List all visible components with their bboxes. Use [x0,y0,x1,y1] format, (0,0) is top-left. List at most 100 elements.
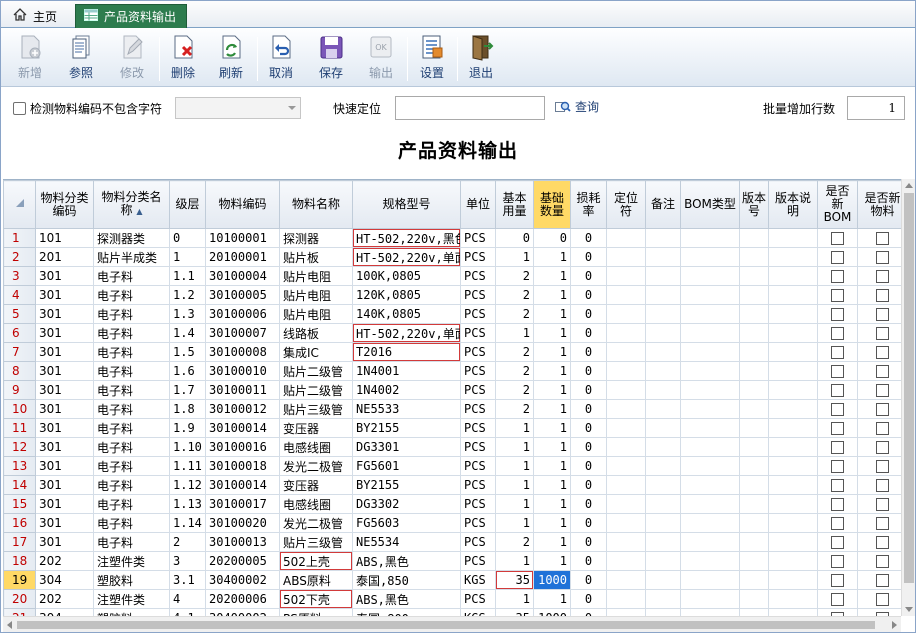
cell-empty[interactable] [680,532,740,552]
table-row[interactable]: 11 301 电子料 1.9 30100014 变压器 BY2155 PCS 1 1 0 [3,418,901,438]
table-row[interactable]: 3 301 电子料 1.1 30100004 贴片电阻 100K,0805 PCS 2 1 0 [3,266,901,286]
column-header[interactable]: 规格型号 [352,180,461,229]
cell-empty[interactable] [680,342,740,362]
cell-is-new-material[interactable] [857,551,901,571]
cell-base[interactable]: 1 [495,323,534,343]
table-row[interactable]: 6 301 电子料 1.4 30100007 线路板 HT-502,220v,单面 PCS 1 1… [3,323,901,343]
row-number[interactable]: 10 [3,399,36,419]
tab-home[interactable]: 主页 [5,4,69,28]
cell-catname[interactable]: 电子料 [93,494,170,514]
cell-empty[interactable] [606,285,646,305]
row-checkbox[interactable] [876,384,889,397]
cell-empty[interactable] [645,475,681,495]
cell-unit[interactable]: PCS [460,361,496,381]
cell-spec[interactable]: HT-502,220v,单面 [352,247,461,267]
cell-cat[interactable]: 304 [35,570,94,590]
cell-qty[interactable]: 1 [533,418,571,438]
cell-name[interactable]: 贴片板 [279,247,353,267]
row-checkbox[interactable] [831,517,844,530]
row-checkbox[interactable] [876,346,889,359]
cell-name[interactable]: 发光二极管 [279,513,353,533]
row-checkbox[interactable] [876,593,889,606]
table-row[interactable]: 17 301 电子料 2 30100013 贴片三级管 NE5534 PCS 2 1 0 [3,532,901,552]
cell-is-new-bom[interactable] [817,285,858,305]
cell-empty[interactable] [606,304,646,324]
cell-unit[interactable]: PCS [460,475,496,495]
cell-is-new-bom[interactable] [817,456,858,476]
cell-empty[interactable] [680,437,740,457]
cell-is-new-bom[interactable] [817,266,858,286]
row-number[interactable]: 6 [3,323,36,343]
cell-unit[interactable]: PCS [460,494,496,514]
column-header[interactable]: 是否新物料 [857,180,901,229]
cell-empty[interactable] [645,551,681,571]
row-checkbox[interactable] [876,403,889,416]
cell-unit[interactable]: PCS [460,437,496,457]
cell-catname[interactable]: 电子料 [93,475,170,495]
horizontal-scroll-thumb[interactable] [17,621,875,629]
row-checkbox[interactable] [831,441,844,454]
cell-cat[interactable]: 202 [35,551,94,571]
cell-loss[interactable]: 0 [570,380,607,400]
row-checkbox[interactable] [831,308,844,321]
cell-empty[interactable] [739,456,769,476]
cell-empty[interactable] [645,494,681,514]
row-checkbox[interactable] [876,251,889,264]
cell-loss[interactable]: 0 [570,228,607,248]
cell-cat[interactable]: 301 [35,380,94,400]
cell-unit[interactable]: PCS [460,456,496,476]
row-checkbox[interactable] [831,593,844,606]
cell-is-new-material[interactable] [857,494,901,514]
cell-unit[interactable]: PCS [460,285,496,305]
cell-empty[interactable] [606,247,646,267]
table-row[interactable]: 7 301 电子料 1.5 30100008 集成IC T2016 PCS 2 1 0 [3,342,901,362]
cell-unit[interactable]: PCS [460,342,496,362]
table-row[interactable]: 10 301 电子料 1.8 30100012 贴片三级管 NE5533 PCS 2 1 0 [3,399,901,419]
cell-catname[interactable]: 探测器类 [93,228,170,248]
cell-spec[interactable]: 100K,0805 [352,266,461,286]
row-checkbox[interactable] [876,365,889,378]
table-row[interactable]: 13 301 电子料 1.11 30100018 发光二极管 FG5601 PCS 1 1 0 [3,456,901,476]
cell-empty[interactable] [768,380,818,400]
cell-spec[interactable]: BY2155 [352,475,461,495]
refresh-button[interactable]: 刷新 [208,33,254,85]
cell-code[interactable]: 30100014 [205,475,280,495]
cell-empty[interactable] [768,399,818,419]
cell-catname[interactable]: 塑胶料 [93,570,170,590]
cell-spec[interactable]: ABS,黑色 [352,551,461,571]
cell-base[interactable]: 1 [495,247,534,267]
cell-spec[interactable]: 泰国,800 [352,608,461,616]
cell-catname[interactable]: 电子料 [93,285,170,305]
row-checkbox[interactable] [876,270,889,283]
horizontal-scrollbar[interactable] [3,616,901,632]
cell-empty[interactable] [768,285,818,305]
cell-is-new-bom[interactable] [817,247,858,267]
cell-loss[interactable]: 0 [570,494,607,514]
cell-qty[interactable]: 1 [533,532,571,552]
cell-empty[interactable] [768,608,818,616]
row-number[interactable]: 14 [3,475,36,495]
cell-catname[interactable]: 塑胶料 [93,608,170,616]
column-header[interactable]: BOM类型 [680,180,740,229]
cell-code[interactable]: 30400002 [205,608,280,616]
cell-name[interactable]: 电感线圈 [279,494,353,514]
cell-cat[interactable]: 301 [35,456,94,476]
row-checkbox[interactable] [831,498,844,511]
table-row[interactable]: 20 202 注塑件类 4 20200006 502下壳 ABS,黑色 PCS 1 1 0 [3,589,901,609]
row-number[interactable]: 15 [3,494,36,514]
cell-empty[interactable] [739,475,769,495]
cell-name[interactable]: 贴片二级管 [279,361,353,381]
cell-catname[interactable]: 电子料 [93,399,170,419]
cell-name[interactable]: 探测器 [279,228,353,248]
cell-base[interactable]: 2 [495,361,534,381]
row-checkbox[interactable] [831,346,844,359]
cell-empty[interactable] [606,456,646,476]
cell-code[interactable]: 30100014 [205,418,280,438]
cell-catname[interactable]: 电子料 [93,361,170,381]
cell-name[interactable]: 贴片二级管 [279,380,353,400]
cell-empty[interactable] [606,513,646,533]
cell-base[interactable]: 35 [495,608,534,616]
cell-loss[interactable]: 0 [570,532,607,552]
cell-name[interactable]: PS原料 [279,608,353,616]
new-button[interactable]: 新增 [7,33,53,85]
